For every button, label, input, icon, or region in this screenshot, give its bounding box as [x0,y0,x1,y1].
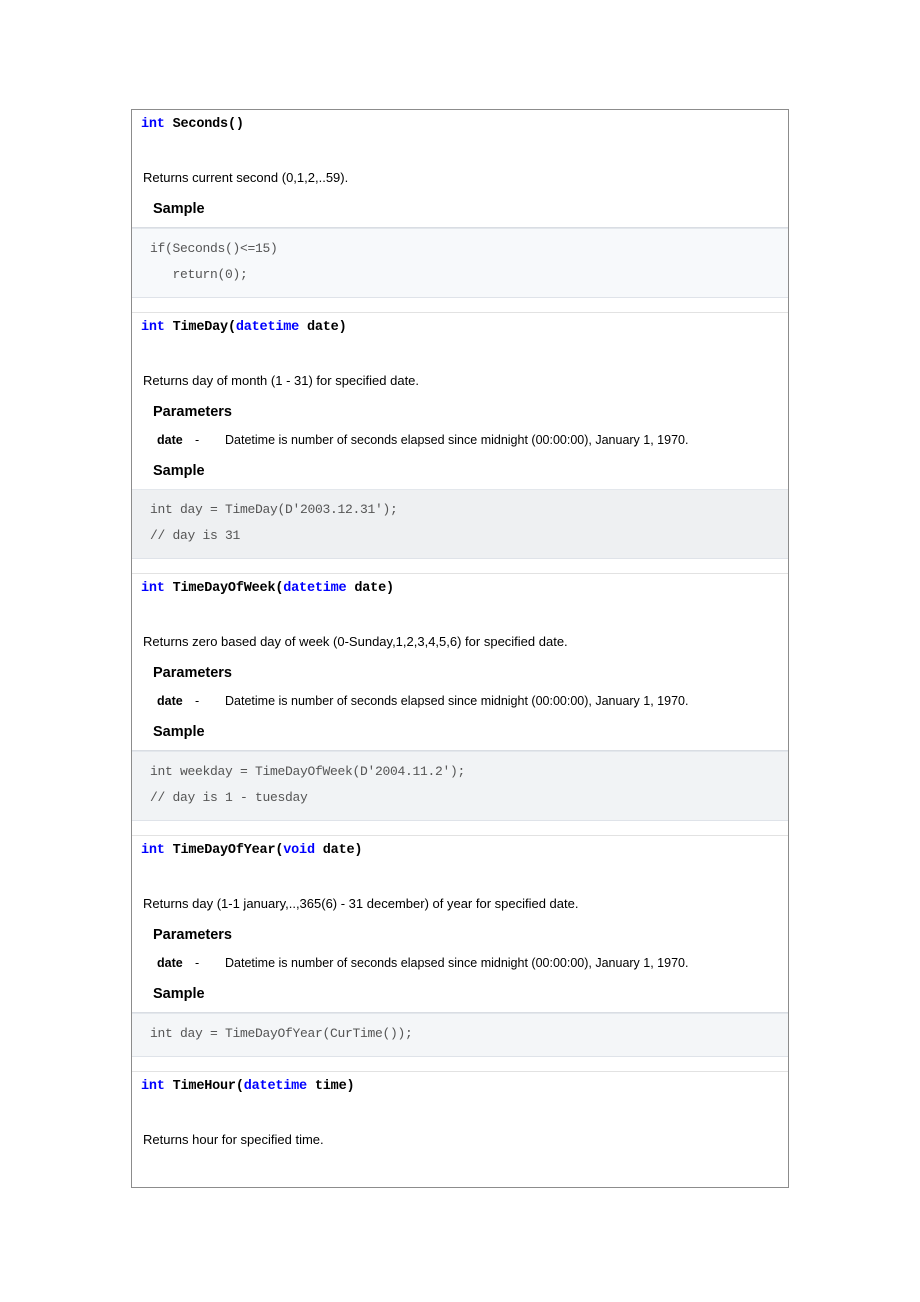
return-type-keyword: int [141,117,165,132]
function-description: Returns day of month (1 - 31) for specif… [143,373,420,388]
function-section-timedayofyear: int TimeDayOfYear(void date) [132,836,788,859]
function-section-timedayofweek: int TimeDayOfWeek(datetime date) [132,574,788,597]
close-paren: ) [385,581,394,596]
parameters-heading: Parameters [153,665,232,681]
function-name: Seconds [172,117,229,132]
function-section-seconds: int Seconds() [132,110,788,133]
sample-heading: Sample [153,463,205,479]
parameter-description: Datetime is number of seconds elapsed si… [225,956,689,970]
sample-code-block: int day = TimeDay(D'2003.12.31'); // day … [132,489,788,559]
function-name: TimeHour [172,1079,236,1094]
parameter-row: date - Datetime is number of seconds elaps… [132,421,788,448]
sample-code-wrapper: if(Seconds()<=15) return(0); [132,227,788,298]
code-line: int day = TimeDayOfYear(CurTime()); [150,1026,413,1041]
function-section-timehour: int TimeHour(datetime time) [132,1072,788,1095]
close-paren: ) [354,843,363,858]
close-paren: ) [338,320,347,335]
function-description: Returns current second (0,1,2,..59). [143,170,349,185]
parameters-heading: Parameters [153,927,232,943]
function-description: Returns zero based day of week (0-Sunday… [143,634,568,649]
function-signature: int TimeHour(datetime time) [132,1079,788,1095]
param-name: date [314,843,355,858]
function-signature: int TimeDayOfYear(void date) [132,843,788,859]
sample-heading: Sample [153,986,205,1002]
function-signature: int TimeDay(datetime date) [132,320,788,336]
document-page: int Seconds() Returns current second (0,… [131,109,789,1188]
function-description: Returns day (1-1 january,..,365(6) - 31 … [143,896,579,911]
function-name: TimeDayOfYear [172,843,276,858]
code-line: int weekday = TimeDayOfWeek(D'2004.11.2'… [150,764,466,779]
open-paren: ( [227,117,236,132]
param-type-keyword: datetime [243,1079,307,1094]
sample-heading: Sample [153,724,205,740]
parameter-name: date [157,433,183,447]
parameter-dash: - [195,694,200,708]
function-section-timeday: int TimeDay(datetime date) [132,313,788,336]
parameter-row: date - Datetime is number of seconds elaps… [132,944,788,971]
parameter-row: date - Datetime is number of seconds elaps… [132,682,788,709]
parameter-dash: - [195,956,200,970]
function-name: TimeDay [172,320,229,335]
return-type-keyword: int [141,1079,165,1094]
function-description: Returns hour for specified time. [143,1132,324,1147]
parameter-name: date [157,694,183,708]
return-type-keyword: int [141,843,165,858]
sample-heading: Sample [153,201,205,217]
param-type-keyword: datetime [283,581,347,596]
parameter-description: Datetime is number of seconds elapsed si… [225,694,689,708]
parameter-dash: - [195,433,200,447]
function-signature: int Seconds() [132,117,788,133]
sample-code-wrapper: int day = TimeDay(D'2003.12.31'); // day … [132,489,788,559]
open-paren: ( [235,1079,244,1094]
param-type-keyword: void [283,843,315,858]
param-name: date [346,581,386,596]
return-type-keyword: int [141,581,165,596]
close-paren: ) [346,1079,355,1094]
parameter-description: Datetime is number of seconds elapsed si… [225,433,689,447]
code-line: // day is 1 - tuesday [150,790,308,805]
sample-code-wrapper: int day = TimeDayOfYear(CurTime()); [132,1012,788,1057]
close-paren: ) [235,117,244,132]
sample-code-block: if(Seconds()<=15) return(0); [132,228,788,298]
sample-code-block: int day = TimeDayOfYear(CurTime()); [132,1013,788,1057]
code-line: // day is 31 [150,528,241,543]
parameter-name: date [157,956,183,970]
param-name: date [299,320,339,335]
documentation-body: int Seconds() Returns current second (0,… [132,110,788,1148]
param-type-keyword: datetime [235,320,300,335]
parameters-heading: Parameters [153,404,232,420]
param-name: time [306,1079,347,1094]
open-paren: ( [227,320,236,335]
code-line: int day = TimeDay(D'2003.12.31'); [150,502,398,517]
function-name: TimeDayOfWeek [172,581,276,596]
code-line: return(0); [150,267,248,282]
return-type-keyword: int [141,320,165,335]
code-line: if(Seconds()<=15) [150,241,278,256]
function-signature: int TimeDayOfWeek(datetime date) [132,581,788,597]
sample-code-block: int weekday = TimeDayOfWeek(D'2004.11.2'… [132,751,788,821]
sample-code-wrapper: int weekday = TimeDayOfWeek(D'2004.11.2'… [132,750,788,821]
